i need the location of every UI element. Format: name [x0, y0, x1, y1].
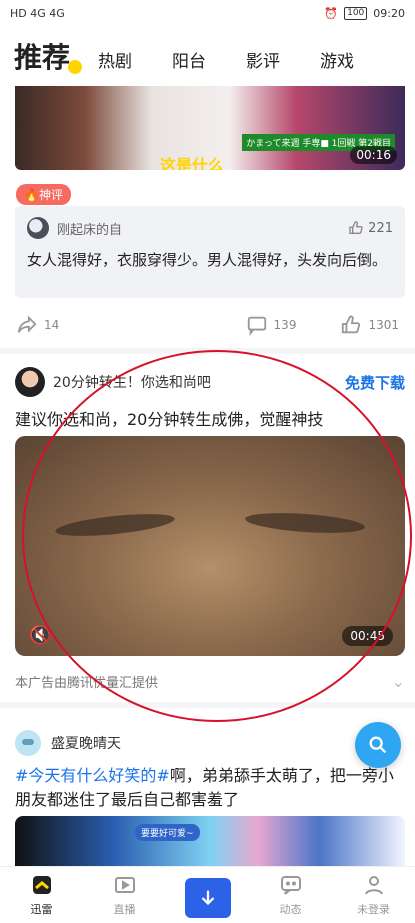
avatar[interactable] [27, 217, 49, 239]
comment-like-button[interactable]: 221 [348, 220, 393, 236]
comment-like-count: 221 [368, 220, 393, 236]
free-download-button[interactable]: 免费下载 [345, 372, 405, 393]
fire-icon: 🔥 [24, 188, 39, 202]
video-frame-detail [54, 509, 176, 541]
tab-balcony[interactable]: 阳台 [172, 47, 206, 76]
ad-source: 本广告由腾讯优量汇提供 ⌄ [15, 672, 405, 691]
thumb-up-icon [342, 315, 361, 334]
tab-live[interactable]: 直播 [83, 867, 166, 923]
section-divider [0, 702, 415, 708]
tab-moments-label: 动态 [279, 903, 302, 916]
battery-icon: 100 [344, 6, 368, 20]
video-duration: 00:16 [350, 146, 397, 164]
tab-recommend-label: 推荐 [14, 41, 71, 74]
ad-video[interactable]: 🔇 00:45 [15, 436, 405, 656]
post-header: 盛夏晚晴天 [15, 730, 121, 756]
active-dot-icon [68, 60, 83, 74]
comment-username[interactable]: 刚起床的自 [57, 219, 122, 238]
status-left: HD 4G 4G [10, 7, 65, 20]
tab-games[interactable]: 游戏 [320, 47, 354, 76]
status-bar: HD 4G 4G ⏰ 100 09:20 [0, 0, 415, 26]
alarm-icon: ⏰ [324, 6, 339, 20]
tab-login-label: 未登录 [357, 903, 390, 916]
search-button[interactable] [355, 722, 401, 768]
home-icon [29, 873, 55, 897]
share-button[interactable]: 14 [16, 314, 59, 336]
comment-header: 刚起床的自 221 [27, 216, 393, 240]
hot-comment[interactable]: 刚起床的自 221 女人混得好，衣服穿得少。男人混得好，头发向后倒。 [15, 206, 405, 298]
hot-comment-badge: 🔥神评 [16, 184, 71, 205]
status-right: ⏰ 100 09:20 [324, 6, 405, 20]
comment-text: 女人混得好，衣服穿得少。男人混得好，头发向后倒。 [27, 251, 388, 269]
tab-login[interactable]: 未登录 [332, 867, 415, 923]
share-count: 14 [44, 318, 60, 332]
comment-icon [247, 316, 266, 336]
avatar[interactable] [15, 730, 41, 756]
share-icon [17, 315, 37, 333]
thumbnail-sign: 要要好可爱~ [135, 824, 200, 841]
tab-download[interactable] [166, 867, 249, 923]
section-divider [0, 348, 415, 354]
mute-icon[interactable]: 🔇 [29, 625, 51, 646]
video-frame-detail [244, 509, 366, 537]
ad-advertiser-name[interactable]: 20分钟转生！你选和尚吧 [53, 372, 211, 392]
post-username[interactable]: 盛夏晚晴天 [51, 733, 121, 753]
post-video-thumbnail[interactable]: 要要好可爱~ [15, 816, 405, 866]
hot-comment-label: 神评 [38, 188, 63, 202]
tab-xunlei-label: 迅雷 [30, 903, 53, 916]
action-bar: 14 139 1301 [0, 310, 415, 340]
post-text[interactable]: #今天有什么好笑的#啊，弟弟舔手太萌了，把一旁小朋友都迷住了最后自己都害羞了 [15, 764, 405, 812]
like-button[interactable]: 1301 [340, 314, 399, 336]
tab-moments[interactable]: 动态 [249, 867, 332, 923]
chevron-down-icon[interactable]: ⌄ [392, 672, 405, 691]
time: 09:20 [373, 6, 405, 20]
comment-count: 139 [273, 318, 297, 332]
download-icon [184, 878, 231, 918]
video-card-1[interactable]: かまって来週 手専■ 1回戦 第2戦目 这是什么 00:16 [15, 86, 405, 170]
avatar[interactable] [15, 367, 45, 397]
signal-indicators: HD 4G 4G [10, 6, 65, 20]
chat-icon [278, 873, 304, 897]
ad-video-duration: 00:45 [342, 626, 393, 646]
comment-button[interactable]: 139 [246, 314, 297, 336]
tab-hot-drama[interactable]: 热剧 [98, 47, 132, 76]
bottom-nav: 迅雷 直播 动态 未登录 [0, 866, 415, 923]
tab-live-label: 直播 [113, 903, 136, 916]
tab-recommend[interactable]: 推荐 [14, 36, 83, 76]
ad-title[interactable]: 建议你选和尚，20分钟转生成佛，觉醒神技 [15, 406, 323, 430]
ad-header: 20分钟转生！你选和尚吧 免费下载 [15, 367, 405, 397]
search-icon [369, 736, 387, 754]
top-nav: 推荐 热剧 阳台 影评 游戏 [0, 26, 415, 86]
ad-source-text: 本广告由腾讯优量汇提供 [15, 676, 159, 691]
hashtag-link[interactable]: #今天有什么好笑的# [15, 766, 170, 785]
thumb-up-icon [349, 221, 363, 235]
user-icon [361, 873, 387, 897]
video-icon [112, 873, 138, 897]
tab-xunlei[interactable]: 迅雷 [0, 867, 83, 923]
video-caption: 这是什么 [160, 156, 225, 170]
tab-review[interactable]: 影评 [246, 47, 280, 76]
like-count: 1301 [368, 318, 399, 332]
